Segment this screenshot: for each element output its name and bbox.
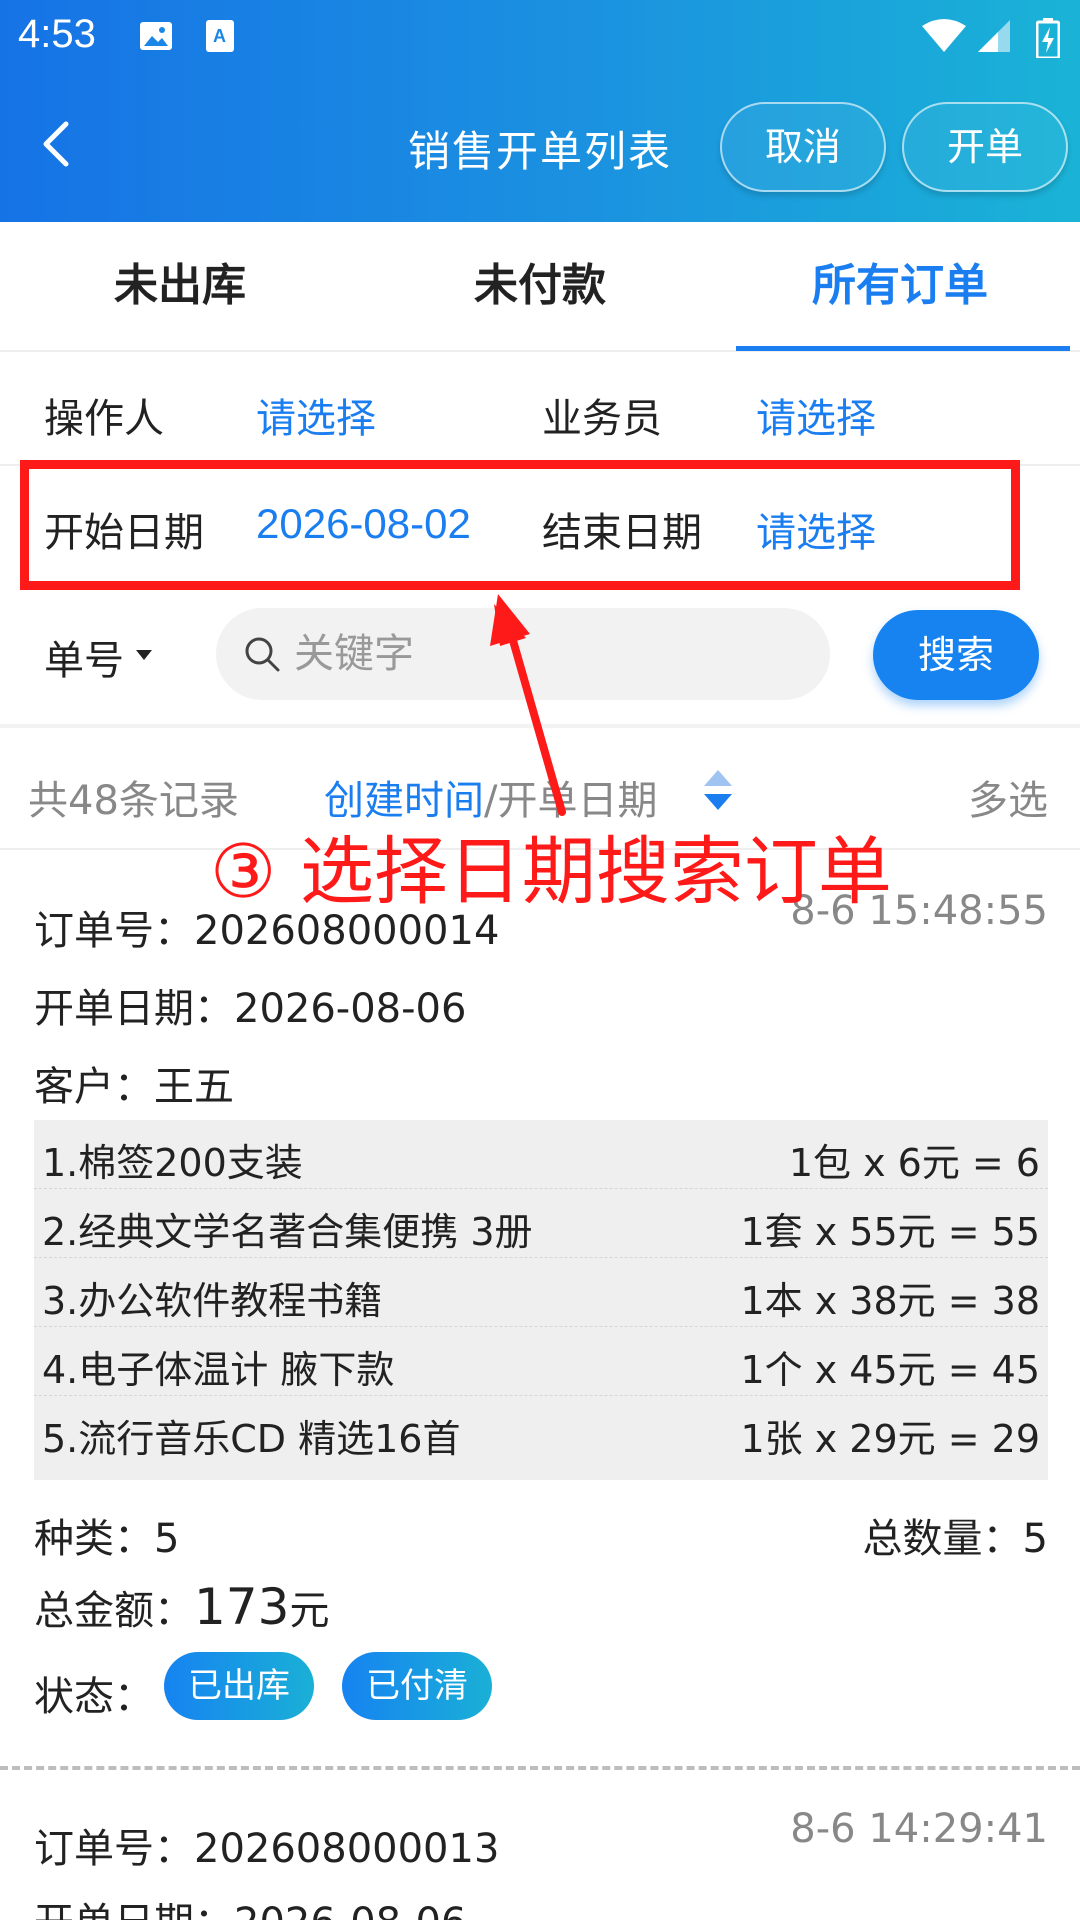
item-calc: 1本 x 38元 = 38 — [740, 1279, 1040, 1323]
total-amount-value: 173 — [194, 1578, 290, 1636]
cancel-button[interactable]: 取消 — [720, 102, 886, 192]
search-field-label: 单号 — [44, 638, 124, 684]
nav-bar: 销售开单列表 取消 开单 — [0, 92, 1080, 198]
search-button[interactable]: 搜索 — [873, 610, 1039, 700]
annotation-highlight-box — [20, 460, 1020, 590]
item-name: 2.经典文学名著合集便携 3册 — [42, 1210, 533, 1254]
operator-select[interactable]: 请选择 — [256, 386, 376, 444]
order-created-time: 8-6 14:29:41 — [790, 1806, 1048, 1852]
item-name: 5.流行音乐CD 精选16首 — [42, 1417, 461, 1461]
search-field-select[interactable]: 单号 — [44, 628, 152, 686]
item-calc: 1个 x 45元 = 45 — [740, 1348, 1040, 1392]
page-title: 销售开单列表 — [407, 127, 672, 176]
item-name: 1.棉签200支装 — [42, 1141, 303, 1185]
item-name: 4.电子体温计 腋下款 — [42, 1348, 395, 1392]
image-icon — [140, 22, 172, 50]
list-item: 4.电子体温计 腋下款 1个 x 45元 = 45 — [34, 1327, 1048, 1396]
list-item: 5.流行音乐CD 精选16首 1张 x 29元 = 29 — [34, 1396, 1048, 1465]
app-header: 4:53 A 销售开单列表 取消 开单 — [0, 0, 1080, 222]
search-icon — [245, 637, 280, 672]
wifi-icon — [922, 19, 966, 52]
sort-direction-icon[interactable] — [700, 768, 736, 812]
status-bar: 4:53 A — [0, 0, 1080, 76]
card-separator — [0, 1766, 1080, 1770]
back-arrow-icon[interactable] — [28, 114, 88, 174]
operator-label: 操作人 — [44, 396, 164, 442]
order-status-label: 状态： — [34, 1674, 154, 1720]
font-app-icon: A — [206, 20, 234, 52]
svg-text:A: A — [213, 26, 226, 46]
tab-unpaid[interactable]: 未付款 — [360, 222, 720, 352]
multi-select-button[interactable]: 多选 — [968, 768, 1048, 826]
list-item: 3.办公软件教程书籍 1本 x 38元 = 38 — [34, 1258, 1048, 1327]
order-number: 订单号：202608000013 — [34, 1826, 500, 1872]
order-total-amount: 总金额：173元 — [34, 1578, 329, 1636]
item-name: 3.办公软件教程书籍 — [42, 1279, 383, 1323]
filter-row-people: 操作人 请选择 业务员 请选择 — [0, 352, 1080, 466]
tab-active-indicator — [736, 346, 1070, 351]
item-calc: 1包 x 6元 = 6 — [788, 1141, 1040, 1185]
order-customer: 客户：王五 — [34, 1064, 234, 1110]
dropdown-caret-icon — [136, 650, 152, 660]
total-amount-label: 总金额： — [34, 1588, 194, 1634]
item-calc: 1套 x 55元 = 55 — [740, 1210, 1040, 1254]
status-badge-shipped: 已出库 — [164, 1652, 314, 1720]
order-total-quantity: 总数量：5 — [862, 1516, 1048, 1562]
salesman-label: 业务员 — [542, 396, 662, 442]
tab-all-orders[interactable]: 所有订单 — [720, 222, 1080, 352]
tab-not-shipped[interactable]: 未出库 — [0, 222, 360, 352]
create-order-button[interactable]: 开单 — [902, 102, 1068, 192]
order-date: 开单日期：2026-08-06 — [34, 986, 467, 1032]
item-calc: 1张 x 29元 = 29 — [740, 1417, 1040, 1461]
battery-icon — [1036, 18, 1060, 58]
annotation-arrow-icon — [490, 594, 566, 816]
list-item: 2.经典文学名著合集便携 3册 1套 x 55元 = 55 — [34, 1189, 1048, 1258]
tab-bar: 未出库 未付款 所有订单 — [0, 222, 1080, 352]
status-badge-paid: 已付清 — [342, 1652, 492, 1720]
annotation-text: ③ 选择日期搜索订单 — [210, 829, 892, 915]
total-amount-unit: 元 — [289, 1588, 330, 1634]
status-time: 4:53 — [18, 12, 96, 56]
record-count: 共48条记录 — [28, 778, 239, 824]
signal-icon — [978, 20, 1010, 52]
order-date: 开单日期：2026-08-06 — [34, 1890, 466, 1920]
list-item: 1.棉签200支装 1包 x 6元 = 6 — [34, 1120, 1048, 1189]
order-kinds: 种类：5 — [34, 1516, 180, 1562]
order-items-list: 1.棉签200支装 1包 x 6元 = 6 2.经典文学名著合集便携 3册 1套… — [34, 1120, 1048, 1480]
salesman-select[interactable]: 请选择 — [756, 386, 876, 444]
